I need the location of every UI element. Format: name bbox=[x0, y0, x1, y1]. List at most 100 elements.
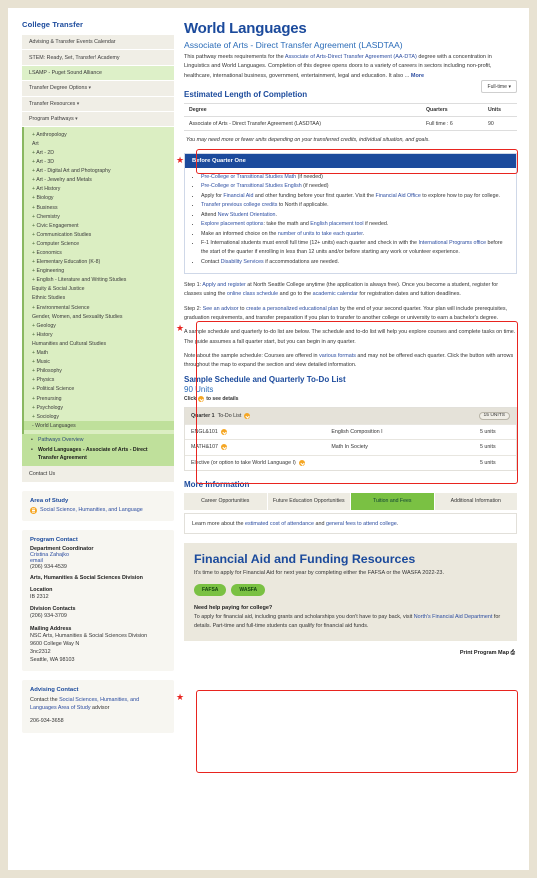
program-item-6[interactable]: + Art History bbox=[24, 185, 174, 194]
before-quarter-one-heading: Before Quarter One bbox=[185, 153, 516, 168]
program-item-9[interactable]: + Chemistry bbox=[24, 212, 174, 221]
program-item-13[interactable]: + Economics bbox=[24, 248, 174, 257]
tab-2[interactable]: Tuition and Fees bbox=[351, 492, 434, 511]
sidebar-item-4[interactable]: Transfer Resources ▾ bbox=[22, 96, 174, 112]
sidebar-sub-item-1[interactable]: World Languages - Associate of Arts - Di… bbox=[22, 444, 174, 463]
area-of-study-icon bbox=[30, 507, 37, 515]
course-expand-icon[interactable] bbox=[220, 444, 227, 451]
intro-paragraph: This pathway meets requirements for the … bbox=[184, 53, 517, 81]
length-of-completion-heading: Estimated Length of Completion bbox=[184, 90, 308, 100]
inline-link[interactable]: North's Financial Aid Department bbox=[414, 614, 493, 620]
more-link[interactable]: More bbox=[411, 73, 424, 79]
inline-link[interactable]: Transfer previous college credits bbox=[201, 202, 277, 208]
printer-icon: ⎙ bbox=[510, 649, 515, 656]
pill-wasfa[interactable]: WASFA bbox=[231, 584, 266, 597]
more-info-tab-body: Learn more about the estimated cost of a… bbox=[184, 513, 517, 535]
program-item-22[interactable]: + History bbox=[24, 330, 174, 339]
inline-link[interactable]: general fees to attend college bbox=[326, 521, 397, 527]
program-item-21[interactable]: + Geology bbox=[24, 321, 174, 330]
program-item-17[interactable]: Equity & Social Justice bbox=[24, 285, 174, 294]
program-item-24[interactable]: + Math bbox=[24, 349, 174, 358]
advising-text-post: advisor bbox=[90, 705, 110, 712]
program-item-1[interactable]: Art bbox=[24, 139, 174, 148]
inline-link[interactable]: International Programs office bbox=[418, 240, 486, 246]
inline-link[interactable]: Apply and register bbox=[202, 282, 245, 288]
course-code: Elective (or option to take World Langua… bbox=[191, 459, 296, 466]
program-item-5[interactable]: + Art - Jewelry and Metals bbox=[24, 176, 174, 185]
print-program-map[interactable]: Print Program Map ⎙ bbox=[184, 641, 517, 665]
inline-link[interactable]: Disability Services bbox=[221, 259, 264, 265]
inline-link[interactable]: Explore placement options bbox=[201, 221, 263, 227]
inline-link[interactable]: various formats bbox=[319, 353, 356, 359]
inline-link[interactable]: New Student Orientation bbox=[218, 212, 276, 218]
inline-link[interactable]: estimated cost of attendance bbox=[245, 521, 314, 527]
program-item-23[interactable]: Humanities and Cultural Studies bbox=[24, 339, 174, 348]
sidebar-item-5[interactable]: Program Pathways ▾ bbox=[22, 111, 174, 128]
cell-degree: Associate of Arts - Direct Transfer Agre… bbox=[184, 116, 421, 132]
inline-link[interactable]: online class schedule bbox=[227, 291, 278, 297]
aa-dta-link[interactable]: Associate of Arts-Direct Transfer Agreem… bbox=[285, 54, 417, 60]
course-expand-icon[interactable] bbox=[298, 459, 305, 466]
program-item-29[interactable]: + Prenursing bbox=[24, 394, 174, 403]
sidebar-item-label: Advising & Transfer Events Calendar bbox=[29, 39, 116, 46]
sidebar-item-2[interactable]: LSAMP - Puget Sound Alliance bbox=[22, 65, 174, 82]
inline-link[interactable]: number of units to take each quarter bbox=[278, 231, 363, 237]
program-item-19[interactable]: + Environmental Science bbox=[24, 303, 174, 312]
sidebar-sub-item-0[interactable]: Pathways Overview bbox=[22, 435, 174, 444]
program-item-world-languages[interactable]: - World Languages bbox=[24, 421, 174, 431]
inline-text: and other funding before your first quar… bbox=[253, 192, 376, 199]
sidebar-item-contact-us[interactable]: Contact Us bbox=[22, 466, 174, 483]
sidebar-item-3[interactable]: Transfer Degree Options ▾ bbox=[22, 81, 174, 97]
tab-0[interactable]: Career Opportunities bbox=[184, 492, 267, 511]
program-item-2[interactable]: + Art - 2D bbox=[24, 148, 174, 157]
inline-link[interactable]: Financial Aid bbox=[223, 193, 253, 199]
program-item-label: Economics bbox=[36, 250, 62, 257]
program-item-11[interactable]: + Communication Studies bbox=[24, 230, 174, 239]
total-units: 90 Units bbox=[184, 385, 214, 395]
program-item-label: English - Literature and Writing Studies bbox=[36, 277, 127, 284]
todo-expand-icon[interactable] bbox=[244, 412, 251, 419]
tab-3[interactable]: Additional Information bbox=[434, 492, 517, 511]
inline-link[interactable]: academic calendar bbox=[313, 291, 358, 297]
program-item-25[interactable]: + Music bbox=[24, 358, 174, 367]
program-item-20[interactable]: Gender, Women, and Sexuality Studies bbox=[24, 312, 174, 321]
annotation-star-1: ★ bbox=[176, 155, 185, 165]
program-item-30[interactable]: + Psychology bbox=[24, 403, 174, 412]
program-item-12[interactable]: + Computer Science bbox=[24, 239, 174, 248]
program-item-7[interactable]: + Biology bbox=[24, 194, 174, 203]
inline-link[interactable]: Financial Aid Office bbox=[376, 193, 421, 199]
inline-link[interactable]: See an advisor bbox=[203, 306, 239, 312]
course-name: Math In Society bbox=[331, 444, 368, 451]
area-of-study-link[interactable]: Social Science, Humanities, and Language bbox=[40, 507, 143, 513]
program-item-label: Psychology bbox=[36, 404, 64, 411]
sidebar-item-1[interactable]: STEM: Ready, Set, Transfer! Academy bbox=[22, 50, 174, 66]
inline-text: (if needed) bbox=[296, 173, 323, 180]
inline-link[interactable]: create a personalized educational plan bbox=[246, 306, 338, 312]
program-item-0[interactable]: + Anthropology bbox=[24, 130, 174, 139]
program-item-8[interactable]: + Business bbox=[24, 203, 174, 212]
program-item-26[interactable]: + Philosophy bbox=[24, 367, 174, 376]
inline-text: F-1 International students must enroll f… bbox=[201, 240, 419, 247]
program-item-3[interactable]: + Art - 3D bbox=[24, 158, 174, 167]
program-item-4[interactable]: + Art - Digital Art and Photography bbox=[24, 167, 174, 176]
program-item-16[interactable]: + English - Literature and Writing Studi… bbox=[24, 276, 174, 285]
fulltime-dropdown[interactable]: Full-time ▾ bbox=[481, 80, 517, 94]
program-item-14[interactable]: + Elementary Education (K-8) bbox=[24, 258, 174, 267]
inline-text: to North if applicable. bbox=[277, 202, 329, 209]
inline-link[interactable]: English placement tool bbox=[310, 221, 363, 227]
pill-fafsa[interactable]: FAFSA bbox=[194, 584, 227, 597]
before-quarter-one-box: Before Quarter One Pre-College or Transi… bbox=[184, 152, 517, 275]
program-item-15[interactable]: + Engineering bbox=[24, 267, 174, 276]
sidebar-item-0[interactable]: Advising & Transfer Events Calendar bbox=[22, 35, 174, 51]
tab-1[interactable]: Future Education Opportunities bbox=[267, 492, 350, 511]
program-item-10[interactable]: + Civic Engagement bbox=[24, 221, 174, 230]
inline-link[interactable]: Pre-College or Transitional Studies Engl… bbox=[201, 183, 302, 189]
program-item-18[interactable]: Ethnic Studies bbox=[24, 294, 174, 303]
th-quarters: Quarters bbox=[421, 103, 483, 118]
program-item-31[interactable]: + Sociology bbox=[24, 412, 174, 421]
program-item-28[interactable]: + Political Science bbox=[24, 385, 174, 394]
program-item-27[interactable]: + Physics bbox=[24, 376, 174, 385]
course-expand-icon[interactable] bbox=[220, 428, 227, 435]
inline-link[interactable]: Pre-College or Transitional Studies Math bbox=[201, 174, 296, 180]
annotation-star-3: ★ bbox=[176, 692, 185, 702]
